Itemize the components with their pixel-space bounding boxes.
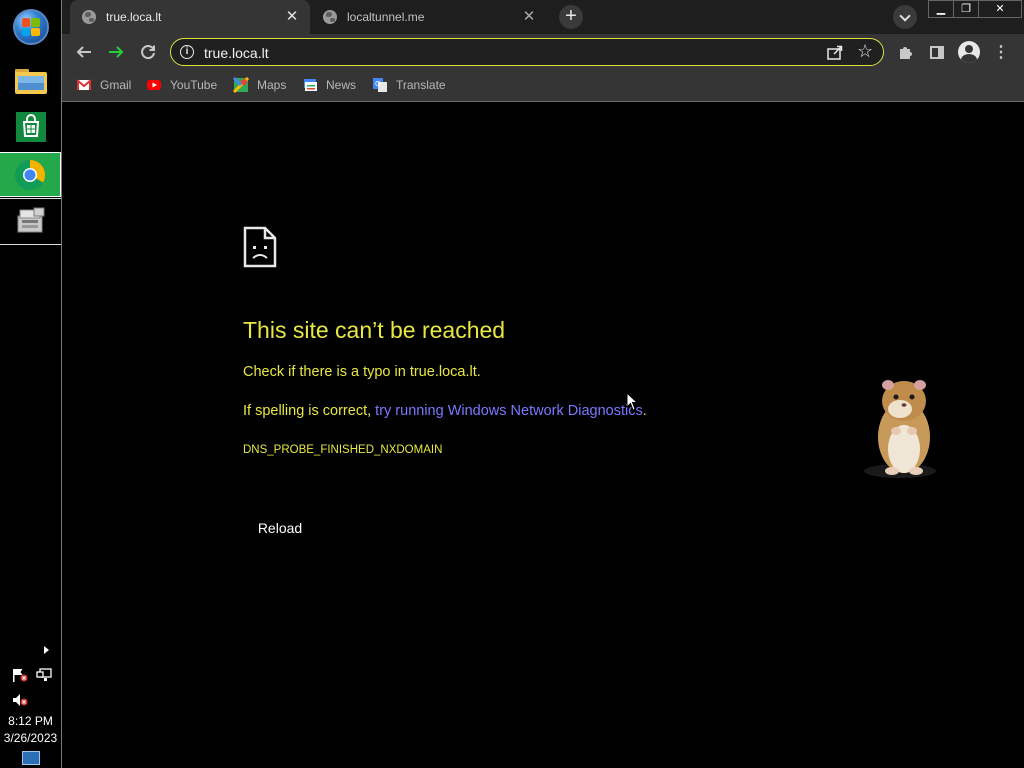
close-window-button[interactable]: ✕ xyxy=(978,0,1022,18)
globe-icon xyxy=(323,10,337,24)
tab-title: true.loca.lt xyxy=(106,10,162,24)
error-typo-hint: Check if there is a typo in true.loca.lt… xyxy=(243,364,481,380)
forward-button[interactable] xyxy=(102,38,130,66)
browser-window: true.loca.lt ✕ localtunnel.me ✕ + ▁ ❐ ✕ … xyxy=(62,0,1024,768)
side-panel-icon[interactable] xyxy=(924,39,950,65)
youtube-icon xyxy=(147,80,161,90)
bookmarks-bar: Gmail YouTube Maps News G Translate xyxy=(62,70,1024,102)
error-page: This site can’t be reached Check if ther… xyxy=(62,103,1024,768)
network-device-icon xyxy=(17,207,44,233)
taskbar-google-chrome[interactable] xyxy=(0,152,61,197)
chrome-icon xyxy=(14,159,46,190)
browser-toolbar: i true.loca.lt ☆ ⋮ xyxy=(62,34,1024,70)
share-icon[interactable] xyxy=(826,44,844,60)
sad-document-icon xyxy=(243,226,277,268)
back-button[interactable] xyxy=(70,38,98,66)
clock-date[interactable]: 3/26/2023 xyxy=(0,731,61,745)
arrow-right-icon xyxy=(109,46,124,58)
bookmark-star-icon[interactable]: ☆ xyxy=(857,41,873,62)
clock-time[interactable]: 8:12 PM xyxy=(0,714,61,728)
info-icon[interactable]: i xyxy=(180,45,194,59)
diagnostics-suffix: . xyxy=(642,403,647,419)
taskbar-network-tool[interactable] xyxy=(0,200,61,244)
tray-expand-icon[interactable] xyxy=(44,646,49,654)
taskbar: 8:12 PM 3/26/2023 xyxy=(0,0,62,768)
close-tab-icon[interactable]: ✕ xyxy=(282,7,302,27)
tab-strip: true.loca.lt ✕ localtunnel.me ✕ + ▁ ❐ ✕ xyxy=(62,0,1024,34)
start-button[interactable] xyxy=(0,0,61,54)
taskbar-divider xyxy=(0,244,61,245)
tab-title: localtunnel.me xyxy=(347,10,425,24)
bookmark-gmail[interactable]: Gmail xyxy=(76,77,131,93)
address-bar[interactable]: i true.loca.lt ☆ xyxy=(170,38,884,66)
bookmark-label: Translate xyxy=(396,78,446,92)
windows-logo-icon xyxy=(12,9,49,45)
url-text[interactable]: true.loca.lt xyxy=(204,45,269,61)
bookmark-label: Maps xyxy=(257,78,287,92)
bookmark-news[interactable]: News xyxy=(302,77,356,93)
profile-avatar-icon[interactable] xyxy=(956,39,982,65)
new-tab-button[interactable]: + xyxy=(559,5,583,29)
bookmark-youtube[interactable]: YouTube xyxy=(146,77,217,93)
taskbar-divider xyxy=(0,198,61,199)
tab-localtunnel[interactable]: localtunnel.me ✕ xyxy=(311,0,547,34)
action-center-flag-icon[interactable] xyxy=(12,668,28,682)
restore-button[interactable]: ❐ xyxy=(953,0,979,18)
tab-true-loca-lt[interactable]: true.loca.lt ✕ xyxy=(70,0,310,34)
error-diagnostics-hint: If spelling is correct, try running Wind… xyxy=(243,403,647,419)
reload-page-button[interactable]: Reload xyxy=(243,511,317,545)
bookmark-label: Gmail xyxy=(100,78,132,92)
bookmark-label: YouTube xyxy=(170,78,218,92)
tab-search-chevron-icon[interactable] xyxy=(893,5,917,29)
news-icon xyxy=(304,79,317,91)
maps-icon xyxy=(233,77,249,93)
network-diagnostics-link[interactable]: try running Windows Network Diagnostics xyxy=(375,403,643,419)
translate-icon: G xyxy=(373,78,387,92)
gmail-icon xyxy=(76,79,92,90)
taskbar-file-explorer[interactable] xyxy=(0,58,61,102)
bookmark-translate[interactable]: G Translate xyxy=(372,77,446,93)
store-icon xyxy=(15,112,46,142)
bookmark-maps[interactable]: Maps xyxy=(233,77,286,93)
show-desktop-icon[interactable] xyxy=(22,751,40,765)
error-code: DNS_PROBE_FINISHED_NXDOMAIN xyxy=(243,444,443,456)
svg-text:G: G xyxy=(375,80,380,88)
extensions-puzzle-icon[interactable] xyxy=(893,39,919,65)
minimize-button[interactable]: ▁ xyxy=(928,0,954,18)
close-tab-icon[interactable]: ✕ xyxy=(519,7,539,27)
volume-muted-icon[interactable] xyxy=(12,693,28,707)
reload-button[interactable] xyxy=(134,38,162,66)
mouse-cursor-icon xyxy=(626,392,639,411)
menu-kebab-icon[interactable]: ⋮ xyxy=(988,39,1014,65)
bookmark-label: News xyxy=(326,78,357,92)
globe-icon xyxy=(82,10,96,24)
folder-icon xyxy=(14,69,47,94)
network-icon[interactable] xyxy=(36,668,52,682)
arrow-left-icon xyxy=(76,46,91,58)
hamster-image xyxy=(864,380,936,478)
diagnostics-prefix: If spelling is correct, xyxy=(243,403,376,419)
error-title: This site can’t be reached xyxy=(243,317,506,343)
taskbar-microsoft-store[interactable] xyxy=(0,104,61,150)
reload-icon xyxy=(141,45,155,60)
